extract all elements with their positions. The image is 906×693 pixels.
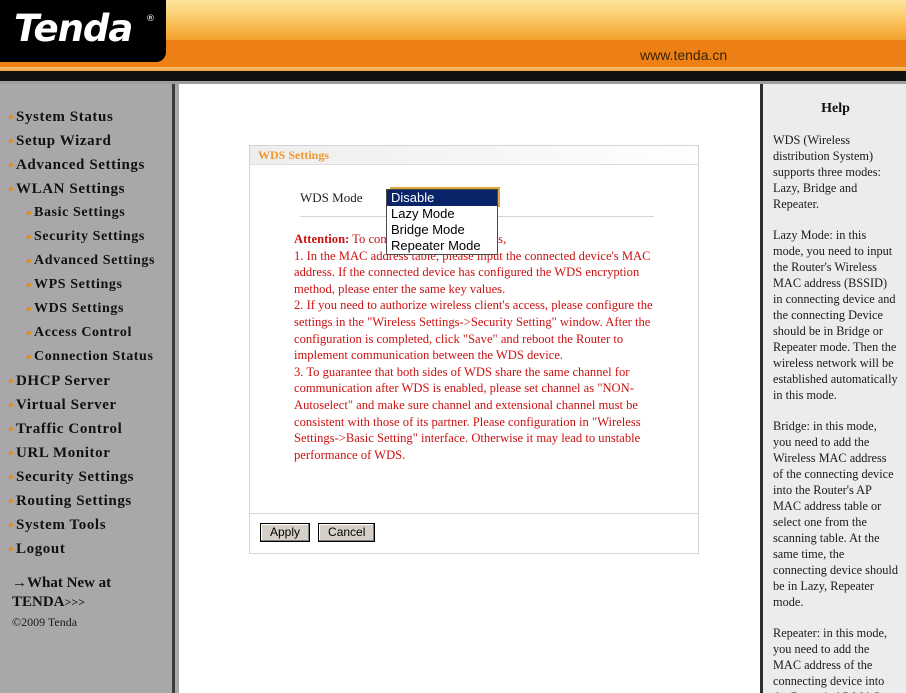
page-title: WDS Settings [250, 146, 698, 165]
help-paragraph-overview: WDS (Wireless distribution System) suppo… [773, 133, 881, 211]
wds-settings-panel: WDS Settings WDS Mode Disable Attention:… [249, 145, 699, 554]
sidebar-nav: System Status Setup Wizard Advanced Sett… [0, 84, 172, 693]
sidebar-item-security-settings[interactable]: Security Settings [0, 225, 172, 249]
bullet-arrow-icon [9, 378, 14, 384]
sidebar-item-dhcp-server[interactable]: DHCP Server [0, 369, 172, 393]
attention-note-3: 3. To guarantee that both sides of WDS s… [294, 364, 641, 462]
sidebar-item-routing-settings[interactable]: Routing Settings [0, 489, 172, 513]
bullet-arrow-icon [9, 114, 14, 120]
bullet-arrow-icon [9, 522, 14, 528]
sidebar-item-logout[interactable]: Logout [0, 537, 172, 561]
sidebar-item-wds-settings[interactable]: WDS Settings [0, 297, 172, 321]
what-new-at-tenda-link[interactable]: →What New at TENDA>>> [0, 574, 160, 612]
help-paragraph-lazy-mode: Lazy Mode: in this mode, you need to inp… [773, 228, 898, 402]
panel-body: WDS Mode Disable Attention: To connect w… [250, 165, 698, 495]
help-panel: Help WDS (Wireless distribution System) … [763, 84, 906, 693]
sidebar-item-basic-settings[interactable]: Basic Settings [0, 201, 172, 225]
sidebar-item-label: Security Settings [34, 229, 145, 244]
sidebar-item-advanced-settings[interactable]: Advanced Settings [0, 153, 172, 177]
sidebar-item-label: Logout [16, 541, 66, 557]
dropdown-option-lazy-mode[interactable]: Lazy Mode [387, 206, 497, 222]
bullet-arrow-icon [27, 234, 32, 240]
help-title: Help [821, 101, 850, 116]
help-paragraph-repeater-mode: Repeater: in this mode, you need to add … [773, 626, 888, 693]
sidebar-item-virtual-server[interactable]: Virtual Server [0, 393, 172, 417]
main-content: WDS Settings WDS Mode Disable Attention:… [179, 84, 758, 693]
right-arrow-icon: → [12, 575, 27, 591]
sidebar-item-label: Connection Status [34, 349, 154, 364]
what-new-suffix: >>> [64, 595, 86, 609]
panel-footer: Apply Cancel [250, 513, 698, 553]
bullet-arrow-icon [27, 282, 32, 288]
dropdown-option-bridge-mode[interactable]: Bridge Mode [387, 222, 497, 238]
sidebar-item-label: URL Monitor [16, 445, 111, 461]
bullet-arrow-icon [27, 354, 32, 360]
tenda-logo[interactable]: Tenda ® [0, 0, 166, 62]
wds-mode-label: WDS Mode [300, 190, 363, 205]
logo-text: Tenda [14, 7, 133, 50]
sidebar-item-label: WPS Settings [34, 277, 123, 292]
sidebar-item-label: Advanced Settings [16, 157, 145, 173]
sidebar-item-wps-settings[interactable]: WPS Settings [0, 273, 172, 297]
copyright-label: ©2009 Tenda [12, 615, 78, 629]
sidebar-item-label: Access Control [34, 325, 132, 340]
dropdown-option-disable[interactable]: Disable [387, 190, 497, 206]
site-url-label: www.tenda.cn [640, 47, 728, 63]
bullet-arrow-icon [9, 186, 14, 192]
bullet-arrow-icon [9, 162, 14, 168]
sidebar-item-system-status[interactable]: System Status [0, 105, 172, 129]
sidebar-item-wlan-advanced-settings[interactable]: Advanced Settings [0, 249, 172, 273]
attention-label: Attention: [294, 232, 350, 246]
sidebar-item-setup-wizard[interactable]: Setup Wizard [0, 129, 172, 153]
bullet-arrow-icon [9, 546, 14, 552]
sidebar-item-system-tools[interactable]: System Tools [0, 513, 172, 537]
dropdown-option-repeater-mode[interactable]: Repeater Mode [387, 238, 497, 254]
sidebar-item-traffic-control[interactable]: Traffic Control [0, 417, 172, 441]
sidebar-item-label: DHCP Server [16, 373, 111, 389]
sidebar-item-access-control[interactable]: Access Control [0, 321, 172, 345]
sidebar-item-label: System Tools [16, 517, 107, 533]
attention-note-2: 2. If you need to authorize wireless cli… [294, 298, 653, 363]
sidebar-item-wlan-settings[interactable]: WLAN Settings [0, 177, 172, 201]
registered-trademark-icon: ® [146, 14, 155, 24]
attention-note-1: 1. In the MAC address table, please inpu… [294, 248, 651, 296]
apply-button[interactable]: Apply [260, 523, 311, 542]
bullet-arrow-icon [9, 450, 14, 456]
sidebar-item-label: Setup Wizard [16, 133, 112, 149]
bullet-arrow-icon [9, 138, 14, 144]
bullet-arrow-icon [9, 474, 14, 480]
bullet-arrow-icon [27, 258, 32, 264]
sidebar-item-label: Virtual Server [16, 397, 117, 413]
sidebar-item-label: WDS Settings [34, 301, 125, 316]
sidebar-item-label: Traffic Control [16, 421, 123, 437]
page-header: Tenda ® www.tenda.cn [0, 0, 906, 84]
bullet-arrow-icon [9, 402, 14, 408]
wds-mode-dropdown-list[interactable]: Disable Lazy Mode Bridge Mode Repeater M… [386, 189, 498, 255]
header-black-bar [0, 71, 906, 81]
sidebar-item-label: System Status [16, 109, 114, 125]
sidebar-item-connection-status[interactable]: Connection Status [0, 345, 172, 369]
bullet-arrow-icon [27, 306, 32, 312]
sidebar-item-label: Basic Settings [34, 205, 126, 220]
sidebar-item-label: Security Settings [16, 469, 135, 485]
sidebar-item-label: Routing Settings [16, 493, 132, 509]
sidebar-item-label: Advanced Settings [34, 253, 156, 268]
sidebar-item-label: WLAN Settings [16, 181, 126, 197]
bullet-arrow-icon [9, 426, 14, 432]
help-paragraph-bridge-mode: Bridge: in this mode, you need to add th… [773, 419, 898, 609]
cancel-button[interactable]: Cancel [318, 523, 376, 542]
bullet-arrow-icon [9, 498, 14, 504]
bullet-arrow-icon [27, 210, 32, 216]
sidebar-item-url-monitor[interactable]: URL Monitor [0, 441, 172, 465]
what-new-label: What New at TENDA [12, 575, 112, 610]
sidebar-item-security-settings-main[interactable]: Security Settings [0, 465, 172, 489]
bullet-arrow-icon [27, 330, 32, 336]
